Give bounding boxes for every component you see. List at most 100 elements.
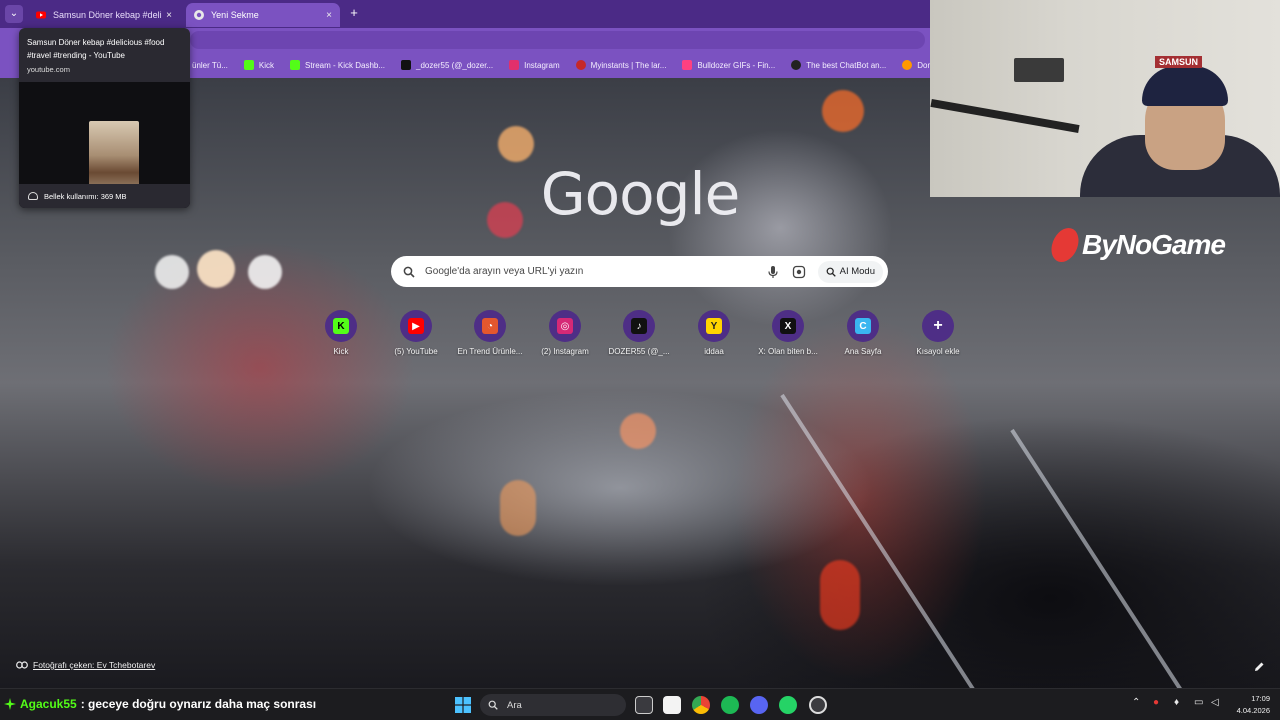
shortcut-circle: ◔ bbox=[474, 310, 506, 342]
discord-icon[interactable] bbox=[750, 696, 768, 714]
shortcut-label: Ana Sayfa bbox=[844, 347, 882, 356]
whatsapp-icon[interactable] bbox=[779, 696, 797, 714]
giphy-icon bbox=[682, 60, 693, 70]
volume-icon[interactable]: ◁ bbox=[1211, 697, 1219, 708]
samsun-sign: SAMSUN bbox=[1155, 56, 1203, 68]
shortcut-icon: C bbox=[855, 318, 871, 334]
shortcut-label: En Trend Ürünle... bbox=[457, 347, 523, 356]
shortcut-circle: + bbox=[922, 310, 954, 342]
shortcut-tile[interactable]: X X: Olan biten b... bbox=[751, 310, 825, 356]
shortcut-tile[interactable]: ♪ DOZER55 (@_... bbox=[602, 310, 676, 356]
customize-pencil-icon[interactable] bbox=[1253, 661, 1265, 673]
store-icon[interactable] bbox=[663, 696, 681, 714]
clock-time: 17:09 bbox=[1251, 694, 1270, 703]
search-input[interactable]: Google'da arayın veya URL'yi yazın bbox=[425, 266, 766, 277]
shortcut-tile[interactable]: K Kick bbox=[304, 310, 378, 356]
kick-icon bbox=[290, 60, 300, 70]
google-logo: Google bbox=[540, 160, 741, 228]
search-icon bbox=[488, 700, 498, 710]
search-icon bbox=[403, 266, 415, 278]
address-bar[interactable] bbox=[190, 31, 925, 49]
bokeh-light bbox=[500, 480, 536, 536]
mic-arm bbox=[930, 99, 1080, 133]
shortcut-tile[interactable]: ▶ (5) YouTube bbox=[379, 310, 453, 356]
tab-new-tab[interactable]: Yeni Sekme × bbox=[186, 3, 340, 27]
microphone-icon[interactable] bbox=[766, 265, 780, 279]
bookmark-item[interactable]: Stream - Kick Dashb... bbox=[290, 60, 385, 70]
bookmark-item[interactable]: Instagram bbox=[509, 60, 560, 70]
hover-card-url: youtube.com bbox=[27, 65, 70, 74]
tab-close-icon[interactable]: × bbox=[326, 10, 332, 21]
memory-label: Bellek kullanımı: 369 MB bbox=[44, 191, 127, 201]
tab-strip: ⌄ Samsun Döner kebap #delicious × Yeni S… bbox=[0, 0, 930, 28]
photo-credit-link[interactable]: Fotoğrafı çeken: Ev Tchebotarev bbox=[16, 660, 155, 670]
chat-message: : geceye doğru oynarız daha maç sonrası bbox=[80, 697, 317, 711]
hover-card-title: Samsun Döner kebap #delicious #food #tra… bbox=[27, 38, 165, 60]
bookmark-item[interactable]: _dozer55 (@_dozer... bbox=[401, 60, 493, 70]
chat-overlay: Agacuk55 : geceye doğru oynarız daha maç… bbox=[4, 697, 316, 711]
tray-app-icon[interactable]: ● bbox=[1153, 697, 1159, 708]
bookmark-item[interactable]: Kick bbox=[243, 60, 274, 70]
bookmark-label: Myinstants | The lar... bbox=[590, 60, 667, 70]
memory-usage: Bellek kullanımı: 369 MB bbox=[19, 184, 190, 208]
system-clock[interactable]: 17:09 4.04.2026 bbox=[1226, 693, 1270, 717]
shortcut-icon: X bbox=[780, 318, 796, 334]
shortcut-tile[interactable]: C Ana Sayfa bbox=[826, 310, 900, 356]
myinstants-icon bbox=[575, 60, 586, 70]
bynogame-icon bbox=[902, 60, 913, 70]
spotify-icon[interactable] bbox=[721, 696, 739, 714]
shortcut-icon: ▶ bbox=[408, 318, 424, 334]
shortcut-label: Kick bbox=[333, 347, 349, 356]
shortcut-tile[interactable]: ◔ En Trend Ürünle... bbox=[453, 310, 527, 356]
wall-plaque bbox=[1014, 58, 1064, 82]
shortcut-label: iddaa bbox=[704, 347, 724, 356]
shortcut-icon: + bbox=[933, 317, 943, 334]
shortcut-tile[interactable]: + Kısayol ekle bbox=[901, 310, 975, 356]
tab-youtube[interactable]: Samsun Döner kebap #delicious × bbox=[28, 3, 180, 27]
google-lens-icon[interactable] bbox=[792, 265, 806, 279]
instagram-icon bbox=[509, 60, 520, 70]
tray-chevron-icon[interactable]: ⌃ bbox=[1132, 697, 1140, 708]
shortcut-circle: Y bbox=[698, 310, 730, 342]
taskbar-search[interactable]: Ara bbox=[480, 694, 626, 716]
task-view-icon[interactable] bbox=[635, 696, 653, 714]
tab-title: Yeni Sekme bbox=[211, 10, 259, 20]
ai-mode-button[interactable]: AI Modu bbox=[817, 260, 883, 283]
bokeh-light bbox=[248, 255, 282, 289]
network-icon[interactable]: ▭ bbox=[1194, 697, 1203, 708]
obs-icon[interactable] bbox=[809, 696, 827, 714]
bokeh-light bbox=[155, 255, 189, 289]
chat-username: Agacuk55 bbox=[20, 697, 77, 711]
chrome-icon[interactable] bbox=[692, 696, 710, 714]
shortcut-tile[interactable]: ◎ (2) Instagram bbox=[528, 310, 602, 356]
bookmark-label: Instagram bbox=[524, 60, 560, 70]
shortcut-tile[interactable]: Yiddaa bbox=[677, 310, 751, 356]
shortcut-label: X: Olan biten b... bbox=[758, 347, 818, 356]
shortcut-icon: K bbox=[333, 318, 349, 334]
bookmark-item[interactable]: Bulldozer GIFs - Fin... bbox=[682, 60, 775, 70]
bokeh-light bbox=[487, 202, 523, 238]
bookmark-item[interactable]: The best ChatBot an... bbox=[791, 60, 886, 70]
tab-title: Samsun Döner kebap #delicious bbox=[53, 10, 162, 20]
photo-credit-text: Fotoğrafı çeken: Ev Tchebotarev bbox=[33, 660, 156, 670]
windows-start-icon[interactable] bbox=[455, 697, 471, 713]
kick-sparkle-icon bbox=[4, 698, 16, 710]
microphone-tray-icon[interactable]: ♦ bbox=[1174, 697, 1179, 708]
shortcut-label: (2) Instagram bbox=[541, 347, 589, 356]
bokeh-light bbox=[197, 250, 235, 288]
new-tab-button[interactable]: + bbox=[346, 5, 362, 21]
tab-close-icon[interactable]: × bbox=[166, 10, 172, 21]
ai-search-icon bbox=[826, 267, 836, 277]
kick-icon bbox=[243, 60, 254, 70]
bookmark-item[interactable]: ünler Tü... bbox=[192, 61, 228, 70]
bokeh-light bbox=[620, 413, 656, 449]
search-box[interactable]: Google'da arayın veya URL'yi yazın AI Mo… bbox=[391, 256, 888, 287]
bookmark-label: ünler Tü... bbox=[192, 60, 228, 70]
tab-search-dropdown[interactable]: ⌄ bbox=[5, 5, 23, 23]
bookmark-item[interactable]: Myinstants | The lar... bbox=[575, 60, 667, 70]
link-icon bbox=[16, 661, 28, 669]
bynogame-mark-icon bbox=[1048, 228, 1082, 262]
shortcut-circle: ◎ bbox=[549, 310, 581, 342]
bookmark-label: The best ChatBot an... bbox=[806, 60, 887, 70]
shortcut-icon: ♪ bbox=[631, 318, 647, 334]
